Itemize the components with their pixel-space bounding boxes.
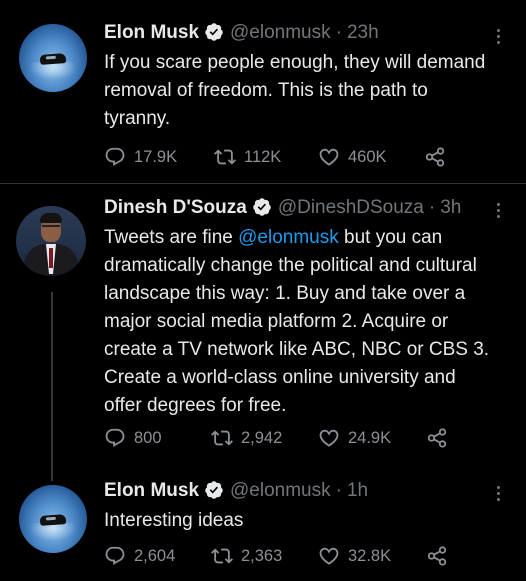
retweet-icon [214, 149, 236, 165]
tweet-time[interactable]: 3h [440, 196, 461, 220]
tweet-1[interactable]: Elon Musk @elonmusk · 23h If you scare p… [0, 0, 526, 183]
like-button[interactable]: 24.9K [318, 427, 426, 449]
like-button[interactable]: 460K [318, 146, 424, 168]
tweet-text: Tweets are fine @elonmusk but you can dr… [104, 224, 496, 420]
tweet-text-part: but you can dramatically change the poli… [104, 227, 490, 416]
reply-button[interactable]: 17.9K [104, 146, 214, 168]
share-button[interactable] [424, 146, 446, 168]
tweet-2[interactable]: Dinesh D'Souza @DineshDSouza · 3h Tweets… [0, 184, 526, 471]
share-button[interactable] [426, 545, 448, 567]
reply-icon [105, 546, 125, 565]
mention-link[interactable]: @elonmusk [238, 227, 339, 248]
retweet-button[interactable]: 112K [214, 146, 318, 168]
separator-dot: · [335, 480, 342, 501]
tweet-actions: 2,604 2,363 32.8K [104, 545, 448, 567]
share-icon [427, 546, 447, 566]
reply-count: 2,604 [134, 546, 176, 565]
retweet-count: 112K [244, 147, 282, 166]
tweet-text: Interesting ideas [104, 510, 244, 531]
tweet-content: Elon Musk @elonmusk · 23h If you scare p… [104, 21, 496, 133]
reply-button[interactable]: 800 [104, 427, 211, 449]
retweet-count: 2,942 [241, 428, 283, 447]
reply-count: 800 [134, 428, 162, 447]
separator-dot: · [335, 22, 342, 43]
tweet-content: Dinesh D'Souza @DineshDSouza · 3h Tweets… [104, 196, 496, 420]
author-name[interactable]: Elon Musk [104, 21, 199, 45]
tweet-header: Elon Musk @elonmusk · 1h [104, 479, 496, 503]
tweet-text: If you scare people enough, they will de… [104, 52, 486, 129]
retweet-count: 2,363 [241, 546, 283, 565]
like-count: 24.9K [348, 428, 392, 447]
like-icon [319, 148, 339, 166]
tweet-time[interactable]: 23h [347, 21, 379, 45]
verified-badge-icon [205, 23, 223, 41]
more-icon[interactable] [488, 24, 508, 48]
more-icon[interactable] [488, 481, 508, 505]
reply-count: 17.9K [134, 147, 178, 166]
like-button[interactable]: 32.8K [318, 545, 426, 567]
author-handle[interactable]: @elonmusk [230, 479, 331, 503]
like-count: 460K [348, 147, 387, 166]
share-icon [425, 147, 445, 167]
more-icon[interactable] [488, 198, 508, 222]
retweet-button[interactable]: 2,942 [211, 427, 318, 449]
reply-icon [105, 147, 125, 166]
reply-icon [105, 428, 125, 447]
tweet-3[interactable]: Elon Musk @elonmusk · 1h Interesting ide… [0, 471, 526, 581]
author-name[interactable]: Elon Musk [104, 479, 199, 503]
avatar[interactable] [16, 206, 86, 276]
tweet-actions: 800 2,942 24.9K [104, 427, 448, 449]
retweet-icon [211, 430, 233, 446]
like-icon [319, 429, 339, 447]
tweet-text-part: Tweets are fine [104, 227, 239, 248]
tweet-actions: 17.9K 112K 460K [104, 146, 446, 168]
author-name[interactable]: Dinesh D'Souza [104, 196, 247, 220]
avatar-car-image [39, 53, 67, 65]
tweet-time[interactable]: 1h [347, 479, 368, 503]
share-button[interactable] [426, 427, 448, 449]
avatar-car-image [39, 514, 67, 526]
tweet-header: Elon Musk @elonmusk · 23h [104, 21, 496, 45]
thread-connector-line [51, 292, 53, 481]
verified-badge-icon [205, 481, 223, 499]
timeline: Elon Musk @elonmusk · 23h If you scare p… [0, 0, 526, 581]
avatar[interactable] [19, 485, 87, 553]
separator-dot: · [428, 197, 436, 218]
reply-button[interactable]: 2,604 [104, 545, 211, 567]
avatar[interactable] [19, 24, 87, 92]
like-count: 32.8K [348, 546, 392, 565]
like-icon [319, 547, 339, 565]
verified-badge-icon [253, 198, 271, 216]
author-handle[interactable]: @DineshDSouza [278, 196, 424, 220]
retweet-icon [211, 548, 233, 564]
author-handle[interactable]: @elonmusk [230, 21, 331, 45]
tweet-content: Elon Musk @elonmusk · 1h Interesting ide… [104, 479, 496, 535]
tweet-header: Dinesh D'Souza @DineshDSouza · 3h [104, 196, 496, 220]
retweet-button[interactable]: 2,363 [211, 545, 318, 567]
share-icon [427, 428, 447, 448]
